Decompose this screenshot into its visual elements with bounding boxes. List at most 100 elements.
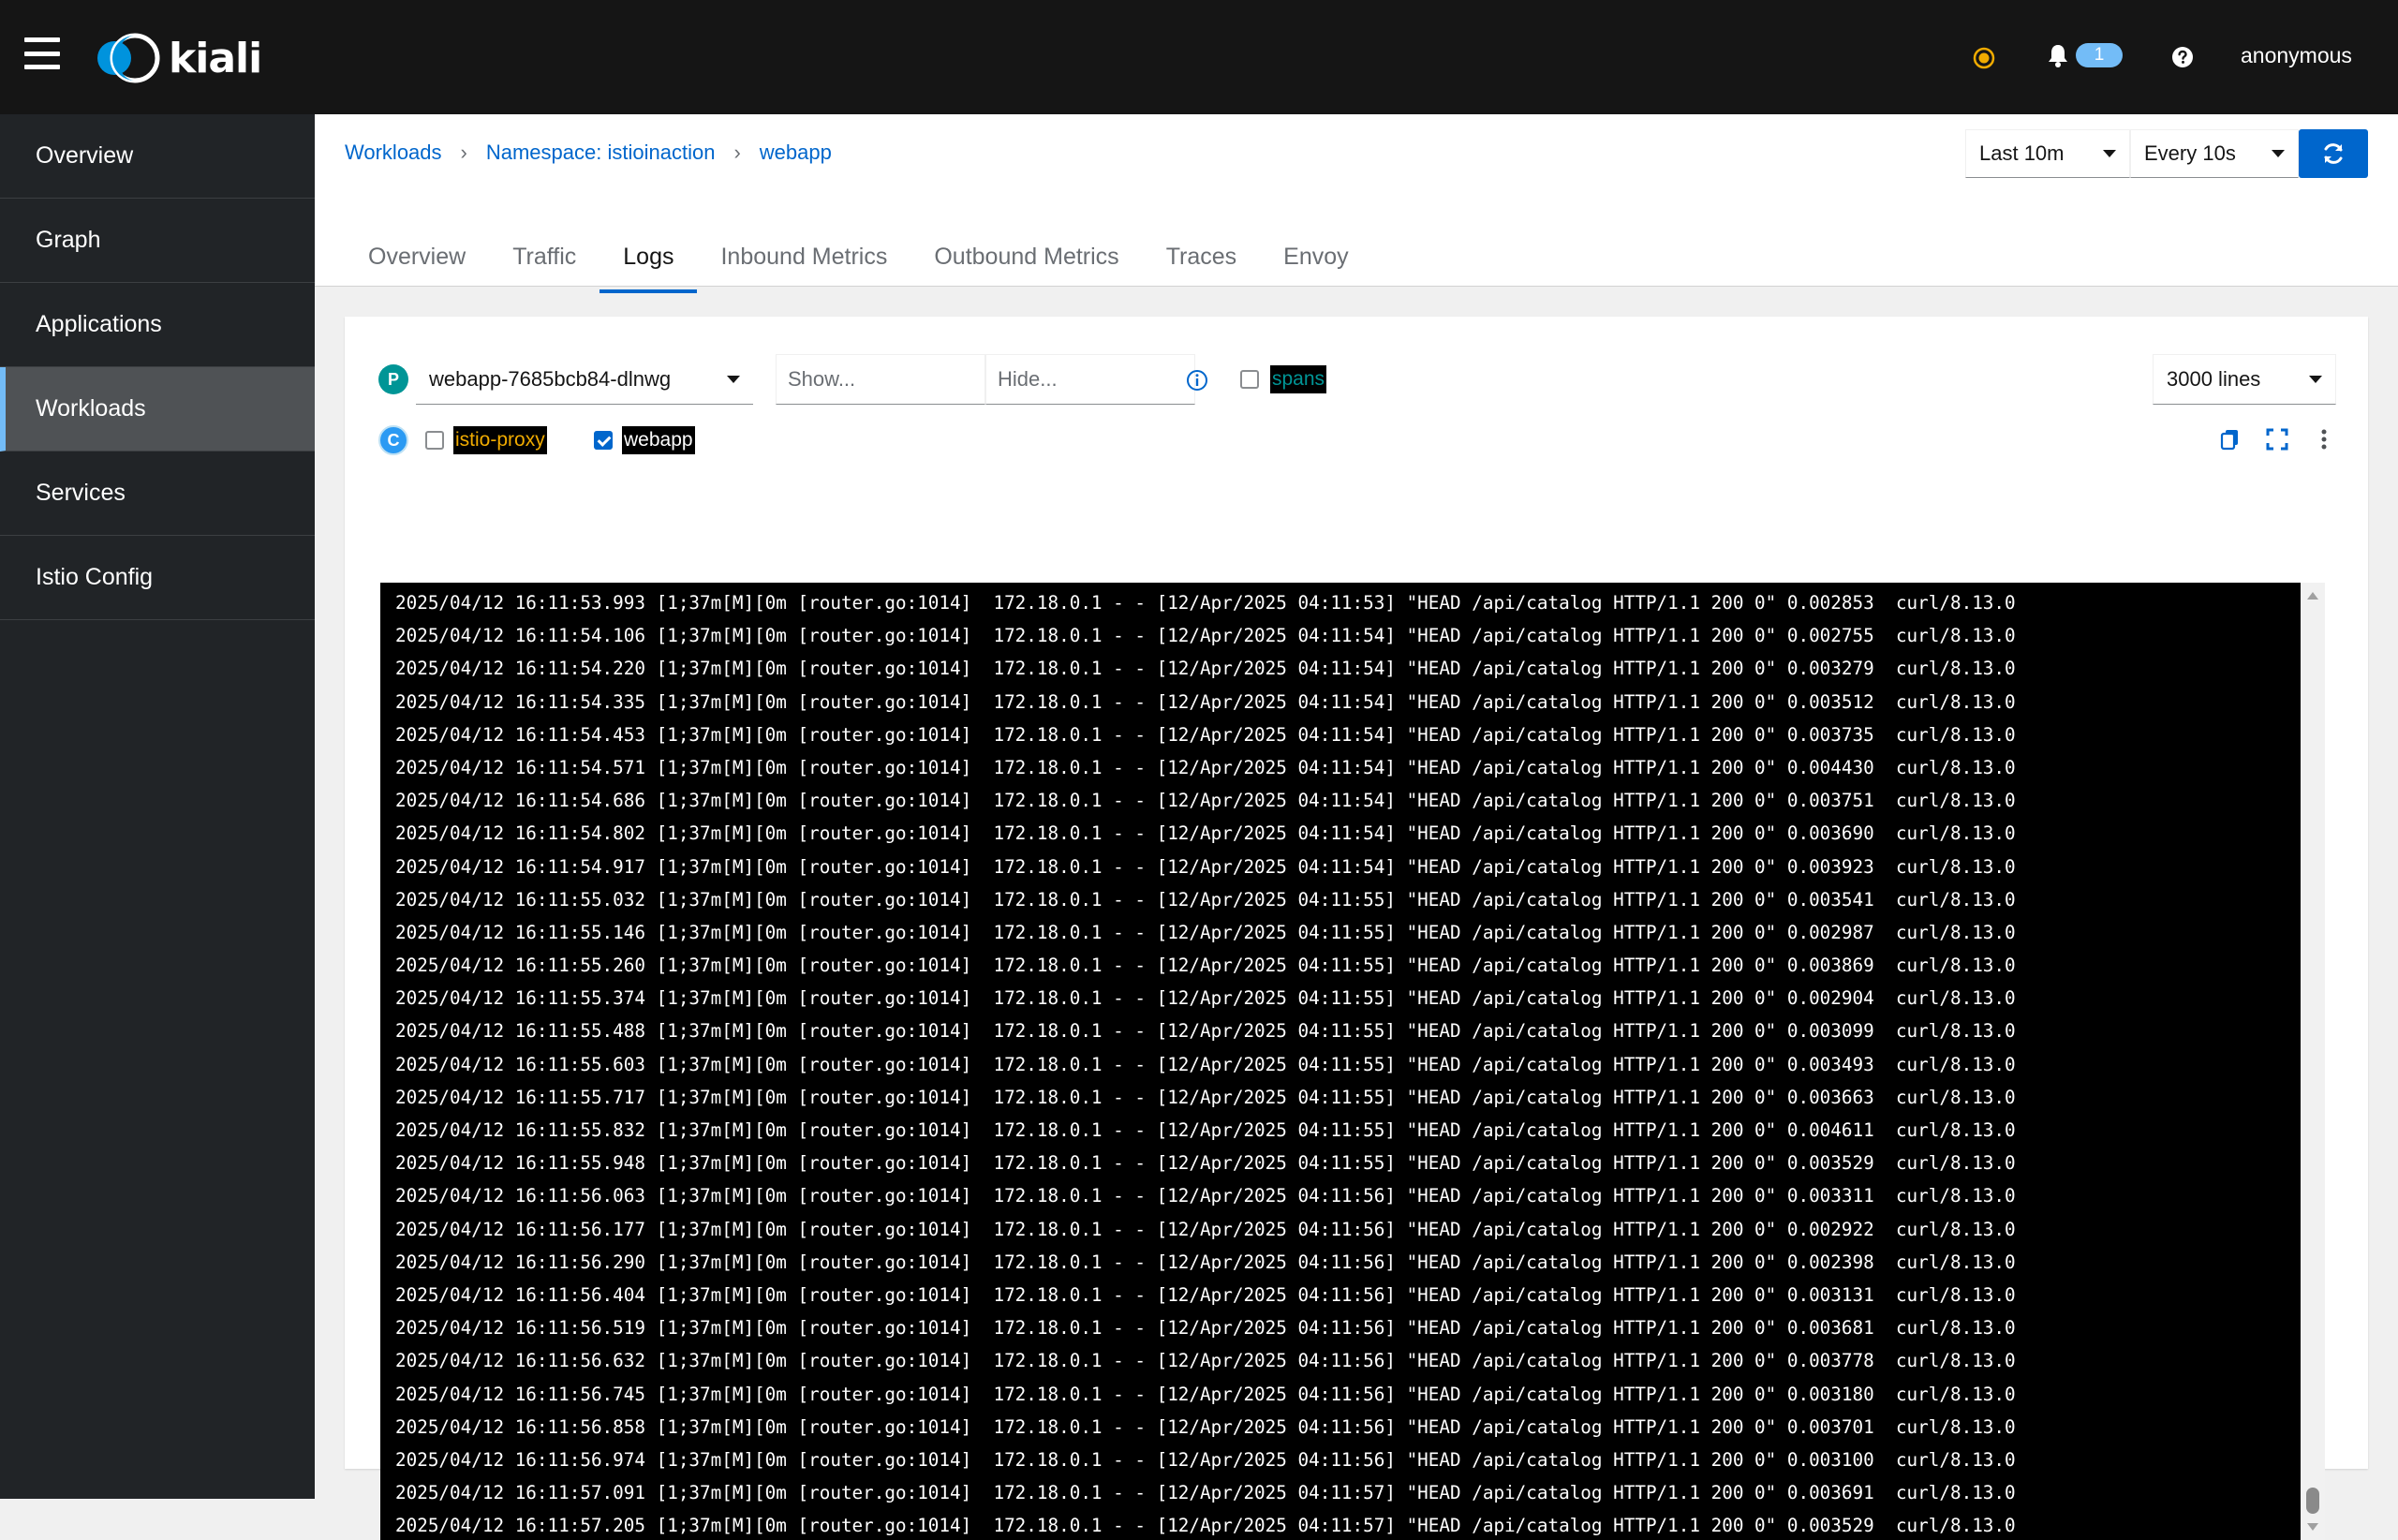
log-line: 2025/04/12 16:11:55.146 [1;37m[M] [0m [r… — [395, 916, 2295, 949]
tab-envoy[interactable]: Envoy — [1260, 228, 1371, 286]
container-badge: C — [378, 425, 408, 455]
log-line: 2025/04/12 16:11:55.603 [1;37m[M] [0m [r… — [395, 1048, 2295, 1081]
kiali-logo-icon — [94, 32, 163, 84]
info-icon[interactable] — [1186, 369, 1208, 392]
copy-icon[interactable] — [2218, 427, 2243, 452]
log-line: 2025/04/12 16:11:56.974 [1;37m[M] [0m [r… — [395, 1444, 2295, 1476]
log-line: 2025/04/12 16:11:54.220 [1;37m[M] [0m [r… — [395, 652, 2295, 685]
show-filter-input[interactable] — [776, 354, 985, 405]
caret-down-icon — [2309, 376, 2322, 383]
scrollbar-thumb[interactable] — [2306, 1488, 2319, 1514]
sidebar-item-graph[interactable]: Graph — [0, 199, 315, 283]
log-viewer[interactable]: 2025/04/12 16:11:53.993 [1;37m[M] [0m [r… — [380, 583, 2325, 1540]
chevron-right-icon: › — [733, 141, 740, 165]
pod-select[interactable]: webapp-7685bcb84-dlnwg — [416, 354, 753, 405]
notifications[interactable]: 1 — [2048, 43, 2123, 67]
chevron-right-icon: › — [461, 141, 467, 165]
refresh-icon — [2321, 141, 2346, 166]
log-line: 2025/04/12 16:11:56.745 [1;37m[M] [0m [r… — [395, 1378, 2295, 1411]
webapp-checkbox[interactable] — [594, 431, 613, 450]
kiali-logo[interactable]: kiali — [94, 32, 262, 84]
webapp-label: webapp — [622, 426, 695, 454]
log-lines: 2025/04/12 16:11:53.993 [1;37m[M] [0m [r… — [380, 583, 2295, 1540]
detail-tabs: Overview Traffic Logs Inbound Metrics Ou… — [345, 220, 1372, 286]
notifications-count-badge[interactable]: 1 — [2076, 43, 2123, 67]
log-line: 2025/04/12 16:11:55.260 [1;37m[M] [0m [r… — [395, 949, 2295, 982]
tab-outbound-metrics[interactable]: Outbound Metrics — [910, 228, 1142, 286]
breadcrumb-workloads[interactable]: Workloads — [345, 141, 442, 165]
log-line: 2025/04/12 16:11:57.091 [1;37m[M] [0m [r… — [395, 1476, 2295, 1509]
refresh-button[interactable] — [2299, 129, 2368, 178]
sidebar-item-services[interactable]: Services — [0, 452, 315, 536]
istio-proxy-checkbox[interactable] — [425, 431, 444, 450]
log-line: 2025/04/12 16:11:54.453 [1;37m[M] [0m [r… — [395, 718, 2295, 751]
log-line: 2025/04/12 16:11:56.858 [1;37m[M] [0m [r… — [395, 1411, 2295, 1444]
bell-icon[interactable] — [2048, 43, 2068, 67]
tab-inbound-metrics[interactable]: Inbound Metrics — [697, 228, 910, 286]
time-range-select[interactable]: Last 10m — [1965, 129, 2130, 178]
sidebar: Overview Graph Applications Workloads Se… — [0, 114, 315, 1499]
log-line: 2025/04/12 16:11:55.717 [1;37m[M] [0m [r… — [395, 1081, 2295, 1114]
log-line: 2025/04/12 16:11:57.205 [1;37m[M] [0m [r… — [395, 1509, 2295, 1540]
scroll-up-icon[interactable] — [2307, 592, 2318, 600]
log-line: 2025/04/12 16:11:54.106 [1;37m[M] [0m [r… — [395, 619, 2295, 652]
brand-name: kiali — [169, 35, 261, 82]
log-line: 2025/04/12 16:11:56.519 [1;37m[M] [0m [r… — [395, 1311, 2295, 1344]
breadcrumb-webapp[interactable]: webapp — [760, 141, 832, 165]
log-line: 2025/04/12 16:11:55.948 [1;37m[M] [0m [r… — [395, 1147, 2295, 1179]
user-menu[interactable]: anonymous — [2241, 43, 2352, 68]
masthead: kiali 1 anonymous — [0, 0, 2398, 114]
logs-card: P webapp-7685bcb84-dlnwg spans 3000 line… — [345, 317, 2368, 1469]
help-icon[interactable] — [2171, 46, 2194, 68]
max-lines-value: 3000 lines — [2167, 367, 2260, 392]
istio-proxy-label: istio-proxy — [453, 426, 547, 454]
scroll-down-icon[interactable] — [2307, 1523, 2318, 1531]
kebab-menu-icon[interactable] — [2312, 427, 2336, 452]
log-line: 2025/04/12 16:11:56.063 [1;37m[M] [0m [r… — [395, 1179, 2295, 1212]
main-content: Workloads › Namespace: istioinaction › w… — [315, 114, 2398, 1499]
sidebar-item-applications[interactable]: Applications — [0, 283, 315, 367]
log-line: 2025/04/12 16:11:56.177 [1;37m[M] [0m [r… — [395, 1213, 2295, 1246]
log-line: 2025/04/12 16:11:54.686 [1;37m[M] [0m [r… — [395, 784, 2295, 817]
sidebar-item-overview[interactable]: Overview — [0, 114, 315, 199]
tab-logs[interactable]: Logs — [600, 228, 697, 286]
caret-down-icon — [727, 376, 740, 383]
max-lines-select[interactable]: 3000 lines — [2153, 354, 2336, 405]
sidebar-item-istio-config[interactable]: Istio Config — [0, 536, 315, 620]
tab-traces[interactable]: Traces — [1143, 228, 1260, 286]
pod-select-value: webapp-7685bcb84-dlnwg — [429, 367, 671, 392]
tab-overview[interactable]: Overview — [345, 228, 489, 286]
log-filter-toolbar: P webapp-7685bcb84-dlnwg spans 3000 line… — [378, 354, 2336, 405]
log-line: 2025/04/12 16:11:55.488 [1;37m[M] [0m [r… — [395, 1014, 2295, 1047]
log-line: 2025/04/12 16:11:55.032 [1;37m[M] [0m [r… — [395, 883, 2295, 916]
spans-label: spans — [1270, 365, 1326, 393]
log-line: 2025/04/12 16:11:54.802 [1;37m[M] [0m [r… — [395, 817, 2295, 850]
tab-traffic[interactable]: Traffic — [489, 228, 600, 286]
status-warning-icon[interactable] — [1973, 47, 1995, 69]
log-line: 2025/04/12 16:11:53.993 [1;37m[M] [0m [r… — [395, 586, 2295, 619]
page-header: Workloads › Namespace: istioinaction › w… — [315, 114, 2398, 287]
log-scrollbar[interactable] — [2301, 583, 2325, 1540]
log-line: 2025/04/12 16:11:56.632 [1;37m[M] [0m [r… — [395, 1344, 2295, 1377]
spans-checkbox[interactable] — [1240, 370, 1259, 389]
log-line: 2025/04/12 16:11:56.290 [1;37m[M] [0m [r… — [395, 1246, 2295, 1279]
refresh-interval-select[interactable]: Every 10s — [2130, 129, 2299, 178]
log-line: 2025/04/12 16:11:54.335 [1;37m[M] [0m [r… — [395, 686, 2295, 718]
expand-icon[interactable] — [2265, 427, 2289, 452]
menu-icon[interactable] — [24, 37, 60, 69]
breadcrumb: Workloads › Namespace: istioinaction › w… — [345, 141, 832, 165]
log-line: 2025/04/12 16:11:55.374 [1;37m[M] [0m [r… — [395, 982, 2295, 1014]
sidebar-item-workloads[interactable]: Workloads — [0, 367, 315, 452]
toolbar: Last 10m Every 10s — [1965, 129, 2368, 178]
log-line: 2025/04/12 16:11:54.917 [1;37m[M] [0m [r… — [395, 851, 2295, 883]
log-line: 2025/04/12 16:11:55.832 [1;37m[M] [0m [r… — [395, 1114, 2295, 1147]
caret-down-icon — [2103, 150, 2116, 157]
hide-filter-input[interactable] — [985, 354, 1195, 405]
container-toolbar: C istio-proxy webapp — [378, 420, 2336, 461]
pod-badge: P — [378, 364, 408, 394]
breadcrumb-namespace[interactable]: Namespace: istioinaction — [486, 141, 716, 165]
time-range-value: Last 10m — [1979, 141, 2065, 166]
refresh-interval-value: Every 10s — [2144, 141, 2236, 166]
log-line: 2025/04/12 16:11:56.404 [1;37m[M] [0m [r… — [395, 1279, 2295, 1311]
caret-down-icon — [2272, 150, 2285, 157]
